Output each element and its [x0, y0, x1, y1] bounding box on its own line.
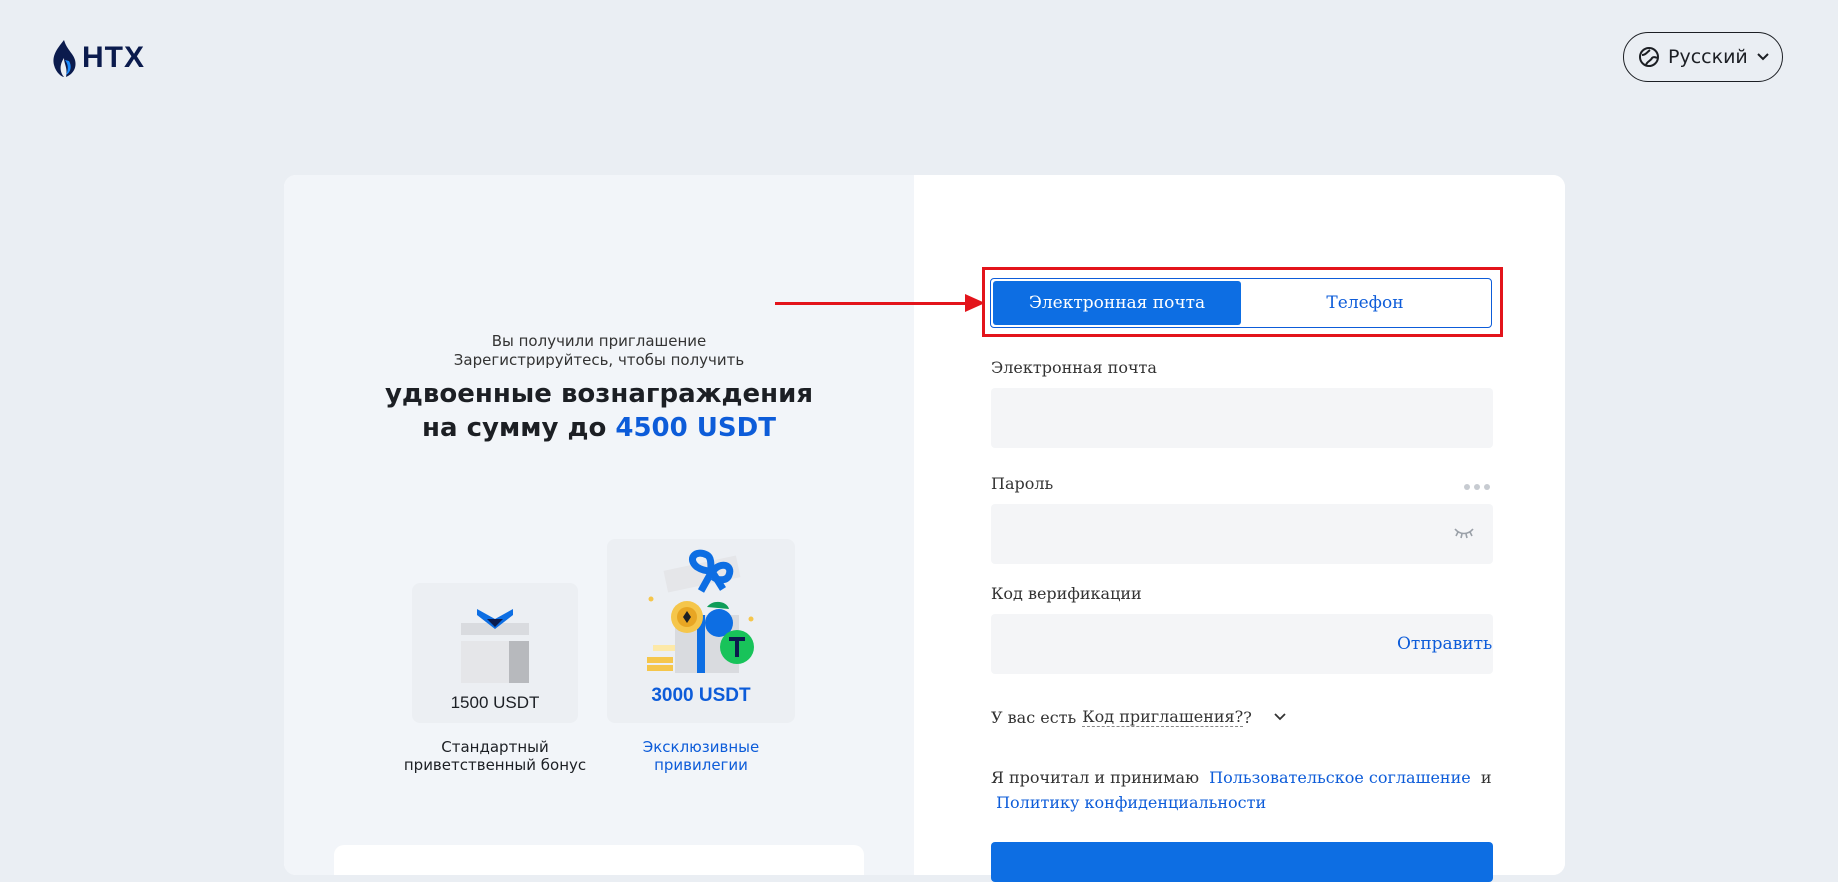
- invite-code-link[interactable]: Код приглашения?: [1082, 707, 1244, 727]
- agreement-text: Я прочитал и принимаю Пользовательское с…: [991, 768, 1492, 812]
- promo-amount: 4500 USDT: [615, 413, 776, 443]
- promo-headline-2: на сумму до 4500 USDT: [422, 413, 776, 443]
- verification-code-label: Код верификации: [991, 584, 1142, 603]
- password-strength-dots: [1464, 484, 1490, 490]
- signup-submit-button[interactable]: [991, 842, 1493, 882]
- email-label: Электронная почта: [991, 358, 1157, 377]
- logo-text: HTX: [82, 41, 145, 74]
- chevron-down-icon: [1274, 713, 1286, 721]
- exclusive-bonus-card: 3000 USDT: [607, 539, 795, 723]
- htx-logo[interactable]: HTX: [50, 38, 145, 78]
- standard-bonus-caption: Стандартный приветственный бонус: [403, 738, 587, 774]
- annotation-arrow-head: [965, 294, 985, 312]
- eye-closed-icon[interactable]: [1453, 526, 1475, 540]
- gift-box-icon: [461, 609, 529, 683]
- send-code-button[interactable]: Отправить: [1397, 634, 1492, 654]
- password-label: Пароль: [991, 474, 1054, 493]
- standard-bonus-card: 1500 USDT: [412, 583, 578, 723]
- flame-icon: [53, 40, 76, 77]
- promo-bottom-panel: [334, 845, 864, 875]
- password-field[interactable]: [991, 504, 1493, 564]
- email-field[interactable]: [991, 388, 1493, 448]
- promo-register-text: Зарегистрируйтесь, чтобы получить: [453, 351, 745, 369]
- bonus-value: 3000 USDT: [651, 685, 751, 706]
- annotation-highlight-box: [982, 267, 1503, 337]
- invite-code-toggle[interactable]: У вас есть Код приглашения??: [991, 707, 1288, 727]
- language-selector[interactable]: Русский: [1623, 32, 1783, 82]
- promo-headline-1: удвоенные вознаграждения: [384, 379, 814, 409]
- language-label: Русский: [1668, 46, 1748, 68]
- globe-icon: [1639, 47, 1659, 67]
- chevron-down-icon: [1757, 53, 1769, 61]
- gift-coins-icon: [647, 549, 754, 673]
- promo-invite-text: Вы получили приглашение: [491, 332, 707, 350]
- user-agreement-link[interactable]: Пользовательское соглашение: [1209, 768, 1471, 787]
- annotation-arrow-line: [775, 302, 970, 305]
- promo-panel: Вы получили приглашение Зарегистрируйтес…: [284, 175, 914, 875]
- bonus-value: 1500 USDT: [450, 693, 540, 712]
- exclusive-bonus-caption: Эксклюзивные привилегии: [642, 738, 760, 774]
- privacy-policy-link[interactable]: Политику конфиденциальности: [996, 793, 1266, 812]
